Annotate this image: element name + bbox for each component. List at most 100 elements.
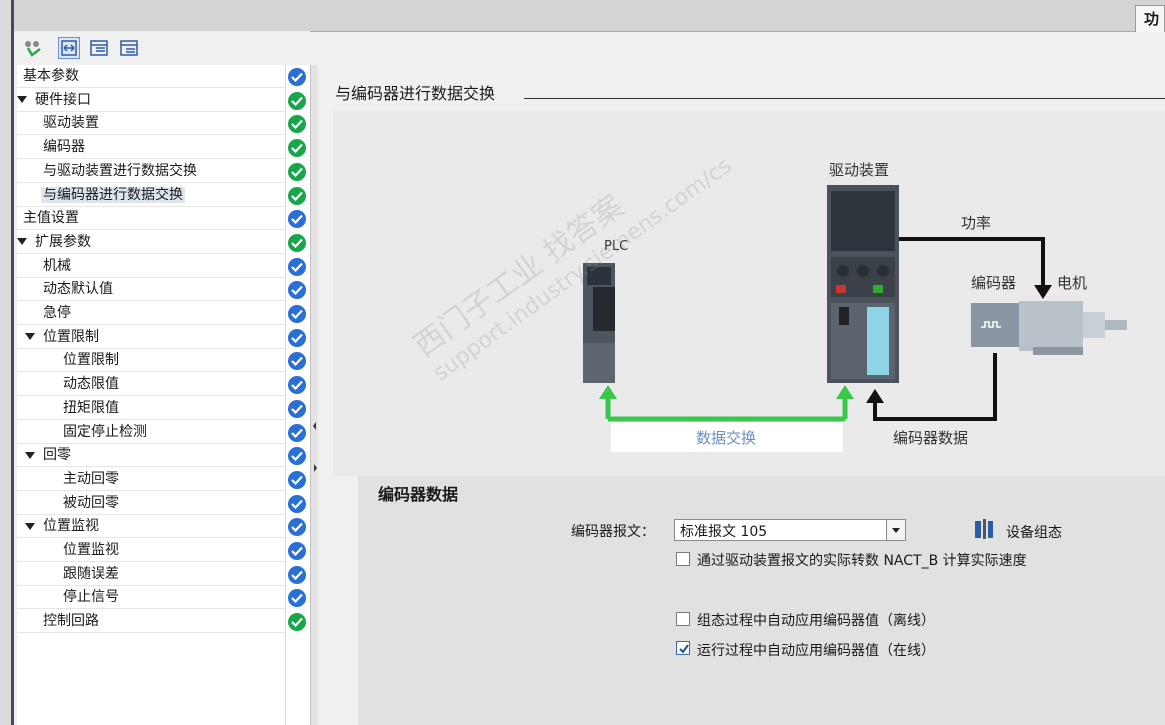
status-check-icon <box>288 399 306 418</box>
encoder-data-heading: 编码器数据 <box>378 485 459 504</box>
expand-triangle-icon[interactable] <box>25 451 35 459</box>
status-check-icon <box>288 447 306 466</box>
title-divider <box>524 98 1165 99</box>
motor-label: 电机 <box>1057 274 1088 292</box>
tree-item-label: 急停 <box>43 305 71 321</box>
tree-item-label: 控制回路 <box>43 613 99 630</box>
tree-item[interactable]: 硬件接口 <box>17 89 285 112</box>
tree-item[interactable]: 机械 <box>17 255 285 278</box>
tree-item[interactable]: 控制回路 <box>17 610 285 634</box>
tree-item[interactable]: 位置监视 <box>17 539 285 562</box>
nact-label: 通过驱动装置报文的实际转数 NACT_B 计算实际速度 <box>697 553 1027 569</box>
status-check-icon <box>288 186 306 205</box>
tree-item-label: 主动回零 <box>63 470 119 487</box>
tree-item-label: 基本参数 <box>23 68 79 84</box>
tree-toolbar <box>14 31 310 65</box>
tree-item[interactable]: 与编码器进行数据交换 <box>17 184 285 207</box>
status-check-icon <box>288 233 306 252</box>
online-checkbox[interactable] <box>676 641 690 655</box>
telegram-select[interactable]: 标准报文 105 <box>674 519 906 541</box>
tree-item-label: 动态限值 <box>63 376 119 393</box>
chevron-down-icon[interactable] <box>886 520 905 540</box>
tree-item[interactable]: 扩展参数 <box>17 231 285 254</box>
encoder-label: 编码器 <box>971 274 1017 292</box>
status-check-icon <box>288 613 306 632</box>
status-check-icon <box>288 423 306 442</box>
telegram-value: 标准报文 105 <box>680 524 768 540</box>
power-label: 功率 <box>961 214 992 232</box>
tree-item[interactable]: 被动回零 <box>17 492 285 515</box>
tree-item[interactable]: 位置监视 <box>17 515 285 539</box>
tree-item[interactable]: 扭矩限值 <box>17 397 285 420</box>
tree-item-label: 位置监视 <box>43 518 99 535</box>
status-check-icon <box>288 352 306 371</box>
device-config-link[interactable]: 设备组态 <box>1006 522 1062 542</box>
status-check-icon <box>288 376 306 395</box>
collapse-all-icon[interactable] <box>118 37 140 59</box>
tree-item[interactable]: 动态默认值 <box>17 278 285 302</box>
status-check-icon <box>288 162 306 181</box>
status-check-icon <box>288 542 306 560</box>
tree-item-label: 位置监视 <box>63 542 119 558</box>
nact-checkbox[interactable] <box>676 552 690 566</box>
motor-encoder-icon <box>971 301 1127 355</box>
tree-item[interactable]: 驱动装置 <box>17 112 285 136</box>
tree-item-label: 扭矩限值 <box>63 399 119 416</box>
encoder-data-panel <box>358 476 1165 725</box>
tree-item-label: 主值设置 <box>23 210 79 227</box>
expand-triangle-icon[interactable] <box>17 238 27 246</box>
tree-item-label: 位置限制 <box>43 328 99 345</box>
tree-item[interactable]: 动态限值 <box>17 373 285 397</box>
status-check-icon <box>288 518 306 537</box>
tree-item[interactable]: 急停 <box>17 302 285 325</box>
tree-item[interactable]: 固定停止检测 <box>17 421 285 444</box>
expand-all-icon[interactable] <box>88 37 110 59</box>
tab-function[interactable]: 功 <box>1135 5 1165 32</box>
tree-item[interactable]: 位置限制 <box>17 326 285 349</box>
status-check-icon <box>288 328 306 347</box>
encoder-data-label: 编码器数据 <box>893 429 969 447</box>
status-check-icon <box>288 470 306 489</box>
tree-item-label: 驱动装置 <box>43 115 99 132</box>
device-config-icon[interactable] <box>973 517 995 541</box>
tree-item-label: 被动回零 <box>63 494 119 511</box>
tree-item[interactable]: 停止信号 <box>17 586 285 610</box>
left-frame-edge <box>0 0 14 725</box>
tree-item[interactable]: 跟随误差 <box>17 563 285 586</box>
status-check-icon <box>288 115 306 134</box>
status-check-icon <box>288 494 306 513</box>
expand-triangle-icon[interactable] <box>25 522 35 530</box>
status-check-icon <box>288 565 306 584</box>
status-check-icon <box>288 91 306 110</box>
offline-label: 组态过程中自动应用编码器值（离线） <box>697 613 935 629</box>
status-check-icon <box>288 281 306 300</box>
page-title: 与编码器进行数据交换 <box>335 84 496 103</box>
tree-item[interactable]: 回零 <box>17 444 285 468</box>
tree-item-label: 与驱动装置进行数据交换 <box>43 162 197 179</box>
tree-item-label: 动态默认值 <box>43 281 113 298</box>
status-check-icon <box>288 139 306 158</box>
tree-item[interactable]: 基本参数 <box>17 65 285 88</box>
tree-item[interactable]: 与驱动装置进行数据交换 <box>17 160 285 183</box>
tree-item-label: 回零 <box>43 447 71 464</box>
status-check-icon <box>288 257 306 276</box>
expand-view-icon[interactable] <box>58 37 80 59</box>
status-check-icon <box>288 589 306 608</box>
tree-item-label: 固定停止检测 <box>63 423 147 440</box>
tree-item-label: 编码器 <box>43 139 85 156</box>
tree-item[interactable]: 主动回零 <box>17 468 285 491</box>
show-status-icon[interactable] <box>22 37 44 59</box>
tree-item[interactable]: 主值设置 <box>17 207 285 231</box>
expand-triangle-icon[interactable] <box>17 96 27 104</box>
data-exchange-diagram: PLC 驱动装置 功率 编码器 电机 数据交换 编码器数据 西门子工业 找答案 … <box>333 111 1165 476</box>
tree-item-label: 与编码器进行数据交换 <box>41 186 185 203</box>
expand-triangle-icon[interactable] <box>25 333 35 341</box>
offline-checkbox[interactable] <box>676 612 690 626</box>
telegram-label: 编码器报文： <box>571 524 655 540</box>
tree-item-label: 跟随误差 <box>63 565 119 582</box>
tree-item[interactable]: 位置限制 <box>17 349 285 373</box>
top-bar <box>14 0 1165 32</box>
tree-item-label: 停止信号 <box>63 589 119 606</box>
tree-item[interactable]: 编码器 <box>17 136 285 160</box>
tree-item-label: 机械 <box>43 257 71 274</box>
